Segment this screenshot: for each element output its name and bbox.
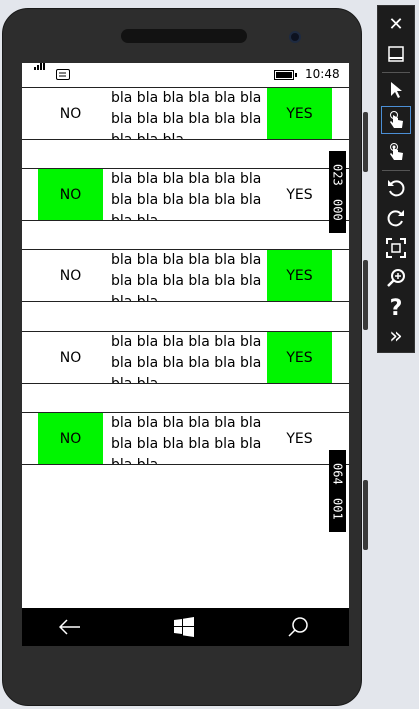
status-bar: 10:48	[22, 63, 349, 87]
status-time: 10:48	[305, 67, 340, 81]
zoom-icon[interactable]	[381, 264, 411, 292]
pointer-icon[interactable]	[381, 76, 411, 104]
row-text: bla bla bla bla bla bla bla bla bla bla …	[111, 415, 262, 464]
front-camera	[289, 31, 301, 43]
earpiece-speaker	[121, 29, 247, 43]
list-item: NO bla bla bla bla bla bla bla bla bla b…	[22, 331, 349, 384]
no-button[interactable]: NO	[38, 250, 103, 301]
yes-button[interactable]: YES	[267, 88, 332, 139]
list-item: NO bla bla bla bla bla bla bla bla bla b…	[22, 168, 349, 221]
multi-touch-icon[interactable]	[381, 138, 411, 166]
row-text: bla bla bla bla bla bla bla bla bla bla …	[111, 90, 262, 139]
search-icon[interactable]	[268, 608, 328, 646]
emulator-toolbar: ✕ ? »	[377, 5, 415, 353]
frame-counter: 064 001	[329, 450, 346, 532]
fit-to-screen-icon[interactable]	[381, 234, 411, 262]
counter-value: 000	[330, 198, 345, 221]
counter-value: 001	[330, 497, 345, 520]
phone-frame: 10:48 NO bla bla bla bla bla bla bla bla…	[2, 8, 362, 706]
counter-value: 023	[330, 163, 345, 186]
frame-counter: 023 000	[329, 151, 346, 233]
yes-button[interactable]: YES	[267, 250, 332, 301]
volume-up-button[interactable]	[363, 112, 368, 172]
row-text: bla bla bla bla bla bla bla bla bla bla …	[111, 334, 262, 383]
single-touch-icon[interactable]	[381, 106, 411, 134]
list-item: NO bla bla bla bla bla bla bla bla bla b…	[22, 412, 349, 465]
close-icon[interactable]: ✕	[381, 10, 411, 38]
toolbar-divider	[382, 170, 410, 171]
help-icon[interactable]: ?	[381, 294, 411, 322]
phone-screen: 10:48 NO bla bla bla bla bla bla bla bla…	[22, 63, 349, 646]
minimize-icon[interactable]	[381, 40, 411, 68]
rotate-right-icon[interactable]	[381, 204, 411, 232]
battery-icon	[274, 70, 297, 80]
counter-value: 064	[330, 462, 345, 485]
no-button[interactable]: NO	[38, 332, 103, 383]
message-icon	[56, 69, 70, 80]
yes-button[interactable]: YES	[267, 332, 332, 383]
rotate-left-icon[interactable]	[381, 174, 411, 202]
camera-button[interactable]	[363, 480, 368, 550]
power-button[interactable]	[363, 260, 368, 330]
list-item: NO bla bla bla bla bla bla bla bla bla b…	[22, 87, 349, 140]
yes-button[interactable]: YES	[267, 169, 332, 220]
tools-expand-icon[interactable]: »	[381, 322, 411, 350]
row-text: bla bla bla bla bla bla bla bla bla bla …	[111, 252, 262, 301]
windows-logo-icon[interactable]	[154, 608, 214, 646]
back-arrow-icon[interactable]	[40, 608, 100, 646]
toolbar-divider	[382, 72, 410, 73]
no-button[interactable]: NO	[38, 169, 103, 220]
yes-button[interactable]: YES	[267, 413, 332, 464]
row-text: bla bla bla bla bla bla bla bla bla bla …	[111, 171, 262, 220]
no-button[interactable]: NO	[38, 88, 103, 139]
navigation-bar	[22, 608, 349, 646]
list-item: NO bla bla bla bla bla bla bla bla bla b…	[22, 249, 349, 302]
no-button[interactable]: NO	[38, 413, 103, 464]
